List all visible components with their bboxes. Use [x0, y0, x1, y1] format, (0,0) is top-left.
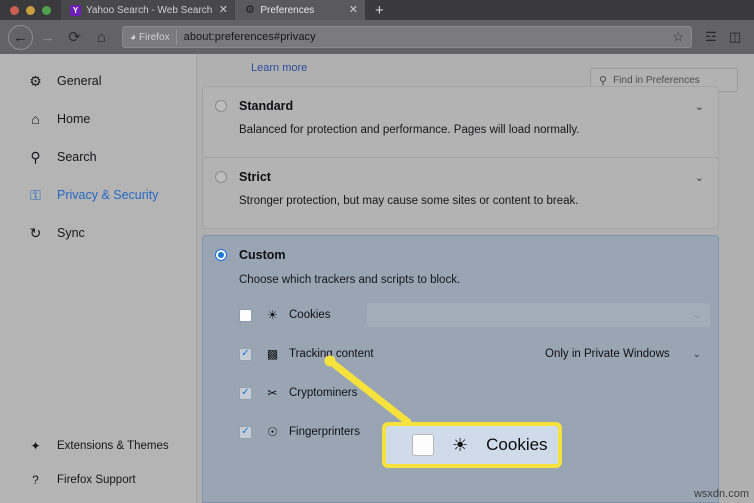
gear-icon: ⚙ [244, 3, 255, 16]
sidebar-item-home[interactable]: ⌂ Home [0, 100, 196, 138]
card-header: Strict ⌄ [215, 170, 704, 184]
sidebar-item-extensions-themes[interactable]: ✦ Extensions & Themes [0, 429, 196, 463]
new-tab-button[interactable]: + [365, 0, 394, 20]
browser-window: Y Yahoo Search - Web Search ✕ ⚙ Preferen… [0, 0, 754, 503]
window-traffic-lights [0, 0, 61, 20]
zoom-window-button[interactable] [42, 5, 51, 15]
scroll-edge [750, 108, 754, 503]
sidebar-bottom-nav: ✦ Extensions & Themes ? Firefox Support [0, 429, 196, 497]
tab-strip: Y Yahoo Search - Web Search ✕ ⚙ Preferen… [0, 0, 754, 20]
cryptominer-icon: ✂ [267, 386, 278, 400]
blocklist-label: Tracking content [289, 348, 374, 360]
back-button[interactable]: ← [8, 24, 33, 50]
blocklist-label: Cookies [289, 309, 331, 321]
sidebar-item-sync[interactable]: ↻ Sync [0, 214, 196, 252]
option-card-strict[interactable]: Strict ⌄ Stronger protection, but may ca… [202, 157, 719, 229]
sidebar-item-general[interactable]: ⚙ General [0, 62, 196, 100]
checkbox-cookies[interactable] [239, 308, 252, 322]
watermark: wsxdn.com [693, 488, 749, 500]
gear-icon: ⚙ [29, 73, 42, 89]
chevron-down-icon[interactable]: ⌄ [695, 100, 704, 113]
radio-standard[interactable] [215, 100, 227, 112]
cookie-icon: ☀ [267, 308, 278, 322]
card-header: Standard ⌄ [215, 99, 704, 113]
chevron-down-icon: ⌄ [692, 309, 701, 321]
sidebar-item-firefox-support[interactable]: ? Firefox Support [0, 463, 196, 497]
option-description: Balanced for protection and performance.… [239, 124, 580, 136]
home-icon: ⌂ [31, 111, 40, 127]
option-description: Choose which trackers and scripts to blo… [239, 274, 461, 286]
option-title: Standard [239, 99, 294, 113]
navigation-toolbar: ← → ⟳ ⌂ ◕ Firefox about:preferences#priv… [0, 20, 754, 54]
search-icon: ⚲ [30, 149, 41, 165]
blocklist-label: Cryptominers [289, 387, 358, 399]
sidebar-item-label: General [57, 74, 102, 88]
sidebar-item-label: Firefox Support [57, 474, 136, 486]
callout-label: Cookies [486, 435, 548, 454]
select-cookies-scope[interactable]: ⌄ [367, 303, 710, 327]
checkbox-cryptominers[interactable]: ✓ [239, 386, 252, 400]
blocklist-row-cryptominers: ✓ ✂ Cryptominers [239, 377, 704, 409]
close-tab-button[interactable]: ✕ [347, 4, 359, 16]
close-window-button[interactable] [10, 5, 19, 15]
learn-more-link[interactable]: Learn more [251, 62, 307, 71]
reload-button[interactable]: ⟳ [62, 25, 87, 50]
option-card-standard[interactable]: Standard ⌄ Balanced for protection and p… [202, 86, 719, 159]
lock-icon: ⚿ [30, 187, 41, 203]
sync-icon: ↻ [29, 225, 42, 241]
select-tracking-content-scope[interactable]: Only in Private Windows ⌄ [536, 342, 710, 366]
preferences-sidebar: ⚙ General ⌂ Home ⚲ Search ⚿ Privacy & Se… [0, 54, 197, 503]
address-bar[interactable]: ◕ Firefox about:preferences#privacy ☆ [122, 26, 692, 48]
home-button[interactable]: ⌂ [89, 25, 114, 50]
option-title: Custom [239, 248, 286, 262]
sidebar-item-label: Privacy & Security [57, 188, 159, 202]
sidebar-item-label: Sync [57, 226, 85, 240]
sidebar-item-search[interactable]: ⚲ Search [0, 138, 196, 176]
sidebar-item-label: Search [57, 150, 97, 164]
tab-preferences[interactable]: ⚙ Preferences ✕ [235, 0, 366, 20]
forward-button[interactable]: → [35, 25, 60, 50]
chevron-down-icon[interactable]: ⌄ [695, 171, 704, 184]
url-text: about:preferences#privacy [183, 31, 316, 43]
puzzle-icon: ✦ [30, 439, 41, 453]
identity-box[interactable]: ◕ Firefox [127, 29, 177, 45]
tab-yahoo-search[interactable]: Y Yahoo Search - Web Search ✕ [61, 0, 236, 20]
card-header: Custom [215, 248, 704, 262]
yahoo-favicon: Y [70, 4, 81, 16]
library-icon[interactable]: ☲ [700, 26, 722, 48]
blocklist-row-cookies: ☀ Cookies ⌄ [239, 299, 710, 331]
fingerprinter-icon: ☉ [267, 425, 278, 439]
minimize-window-button[interactable] [26, 5, 35, 15]
option-title: Strict [239, 170, 271, 184]
sidebar-icon[interactable]: ◫ [724, 26, 746, 48]
radio-custom[interactable] [215, 249, 227, 261]
blocklist-label: Fingerprinters [289, 426, 360, 438]
close-tab-button[interactable]: ✕ [217, 4, 229, 16]
select-value: Only in Private Windows [545, 348, 670, 360]
question-circle-icon: ? [32, 473, 39, 487]
sidebar-item-label: Home [57, 112, 91, 126]
tab-title: Yahoo Search - Web Search [86, 4, 213, 16]
callout-cookies-zoom: ☀ Cookies [382, 422, 562, 468]
checkbox-fingerprinters[interactable]: ✓ [239, 425, 252, 439]
bookmark-star-icon[interactable]: ☆ [672, 29, 687, 45]
tracking-content-icon: ▩ [266, 347, 279, 361]
callout-checkbox-cookies[interactable] [412, 434, 434, 456]
firefox-icon: ◕ [130, 31, 137, 43]
sidebar-item-privacy-security[interactable]: ⚿ Privacy & Security [0, 176, 196, 214]
preferences-page: ⚲ Find in Preferences ⚙ General ⌂ Home ⚲… [0, 54, 754, 503]
cookie-icon: ☀ [452, 435, 469, 455]
option-description: Stronger protection, but may cause some … [239, 195, 579, 207]
chevron-down-icon: ⌄ [692, 348, 701, 360]
tab-title: Preferences [260, 4, 315, 16]
checkbox-tracking-content[interactable]: ✓ [239, 347, 252, 361]
radio-strict[interactable] [215, 171, 227, 183]
identity-label: Firefox [139, 31, 170, 43]
sidebar-item-label: Extensions & Themes [57, 440, 169, 452]
blocklist-row-tracking-content: ✓ ▩ Tracking content Only in Private Win… [239, 338, 710, 370]
